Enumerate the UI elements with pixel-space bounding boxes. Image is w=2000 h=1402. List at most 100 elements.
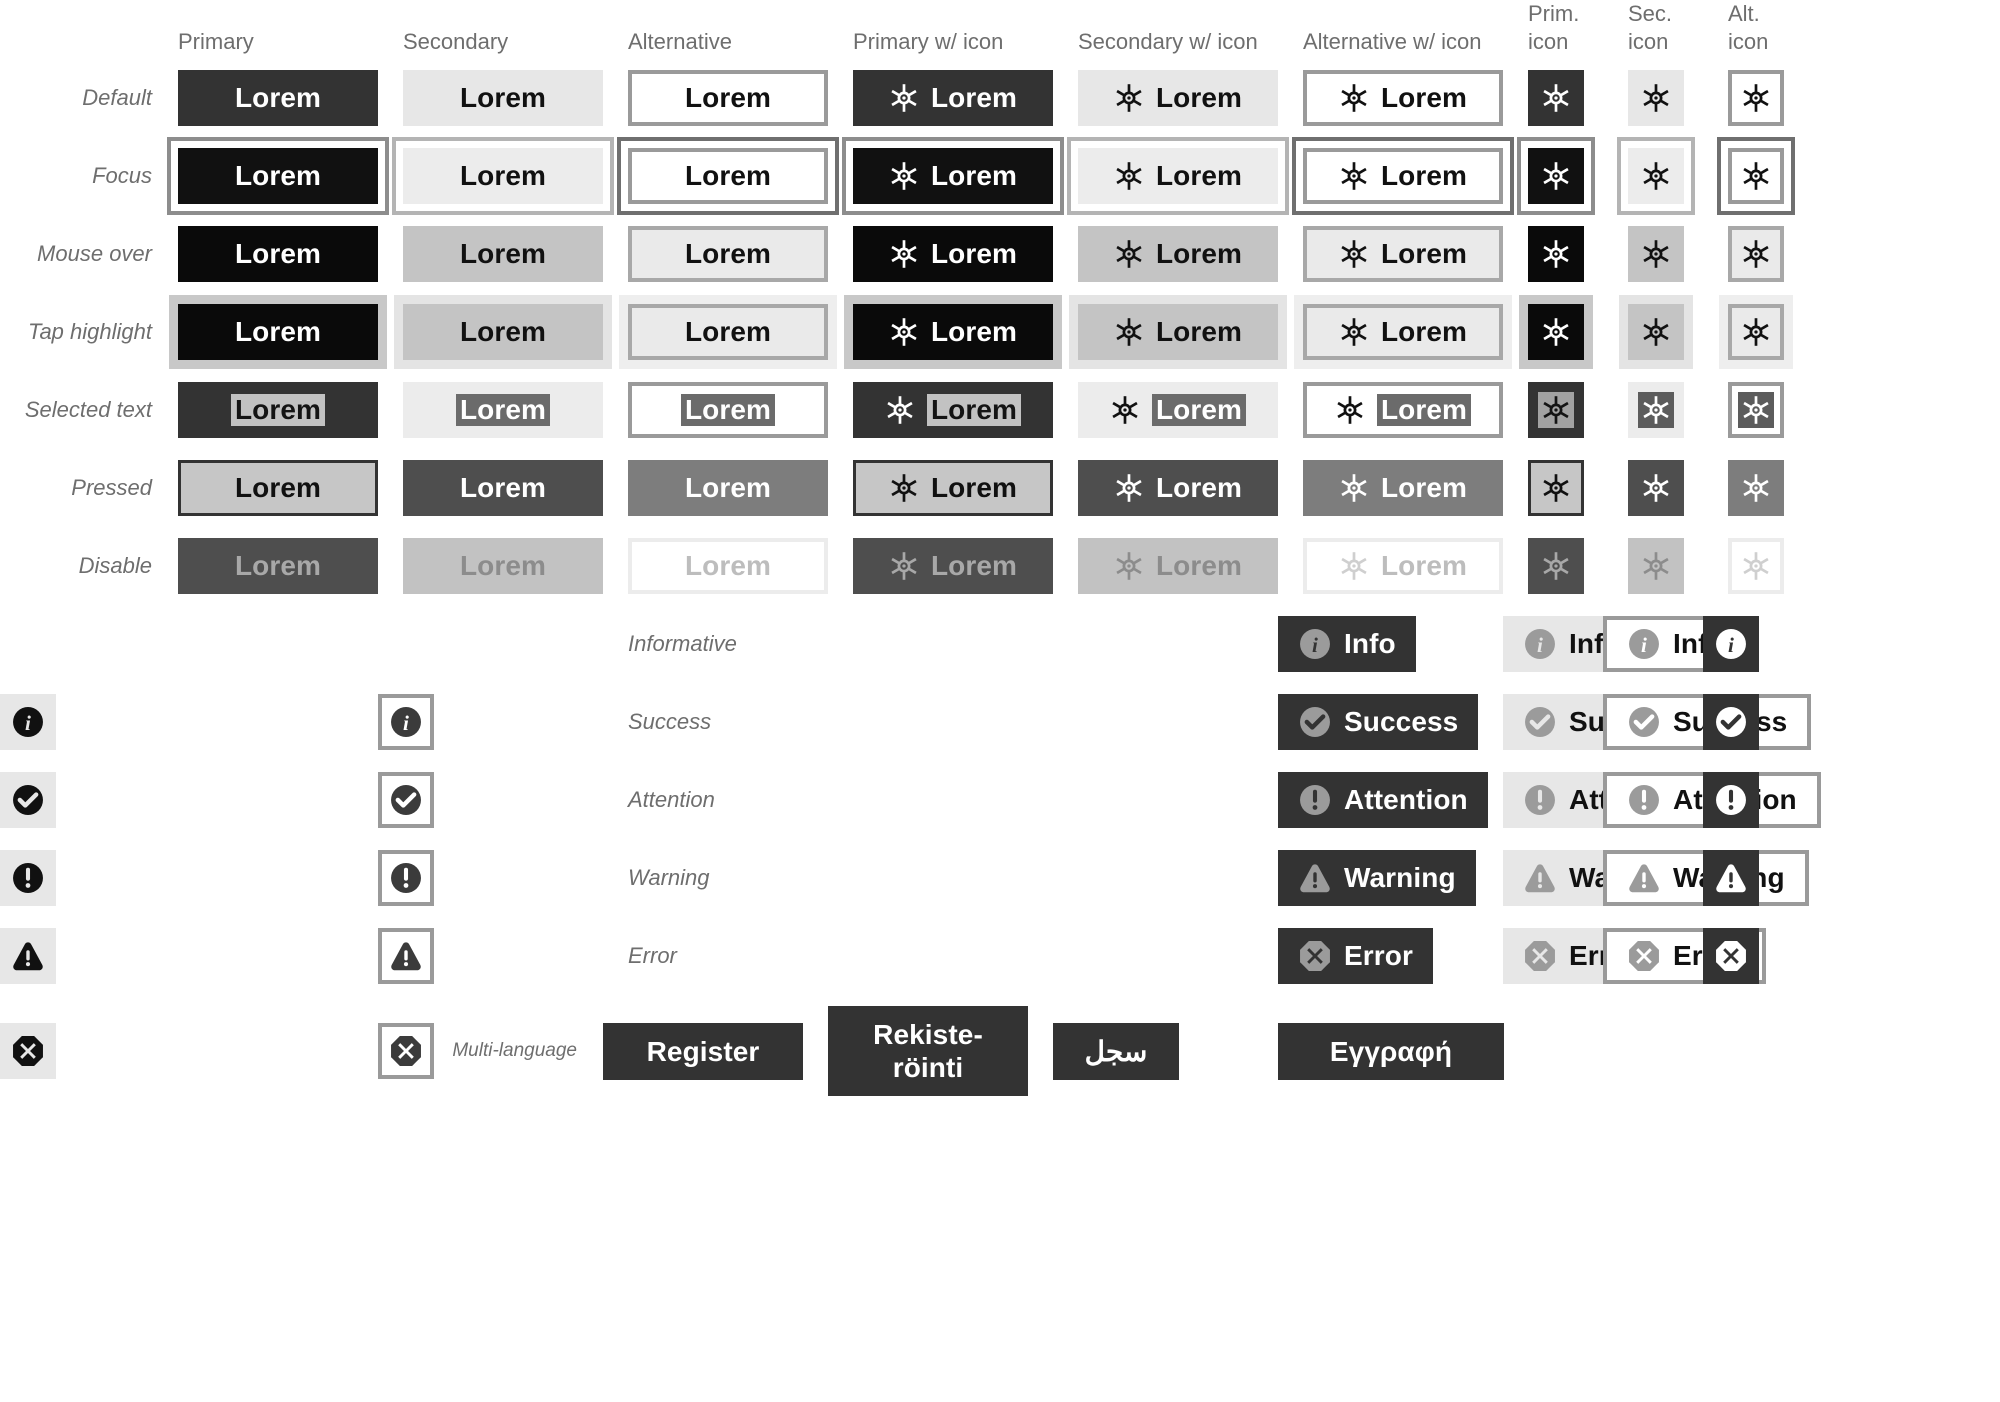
- button-alternative_icon-selected[interactable]: Lorem: [1303, 382, 1503, 438]
- status-icon-button-warning-1[interactable]: [0, 928, 56, 984]
- cell-status-informative-alternative: i Info: [1603, 605, 1749, 683]
- button-primary_icon-default[interactable]: Lorem: [853, 70, 1053, 126]
- button-alternative-focus[interactable]: Lorem: [628, 148, 828, 204]
- button-sec_icon_only-selected[interactable]: [1628, 382, 1684, 438]
- button-prim_icon_only-selected[interactable]: [1528, 382, 1584, 438]
- button-alternative-mouseover[interactable]: Lorem: [628, 226, 828, 282]
- button-secondary_icon-mouseover[interactable]: Lorem: [1078, 226, 1278, 282]
- button-secondary_icon-tap[interactable]: Lorem: [1078, 304, 1278, 360]
- button-alternative_icon-pressed[interactable]: Lorem: [1303, 460, 1503, 516]
- status-icon-button-attention-1[interactable]: [0, 850, 56, 906]
- button-label: Lorem: [930, 472, 1018, 503]
- button-alt_icon_only-selected[interactable]: [1728, 382, 1784, 438]
- button-alternative_icon-mouseover[interactable]: Lorem: [1303, 226, 1503, 282]
- button-alternative-selected[interactable]: Lorem: [628, 382, 828, 438]
- button-alternative_icon-tap[interactable]: Lorem: [1303, 304, 1503, 360]
- status-icon-button-error-2[interactable]: [378, 1023, 434, 1080]
- button-sec_icon_only-disable[interactable]: [1628, 538, 1684, 594]
- status-button-error-primary[interactable]: Error: [1278, 928, 1433, 984]
- button-alternative-default[interactable]: Lorem: [628, 70, 828, 126]
- multilanguage-button-en[interactable]: Register: [603, 1022, 803, 1080]
- brightness-icon: [1741, 83, 1771, 113]
- button-alt_icon_only-default[interactable]: [1728, 70, 1784, 126]
- status-icon-button-warning-0[interactable]: [1703, 850, 1759, 906]
- status-icon-button-success-0[interactable]: [1703, 694, 1759, 750]
- row-label-tap: Tap highlight: [28, 319, 152, 344]
- button-secondary_icon-pressed[interactable]: Lorem: [1078, 460, 1278, 516]
- button-sec_icon_only-mouseover[interactable]: [1628, 226, 1684, 282]
- button-alt_icon_only-pressed[interactable]: [1728, 460, 1784, 516]
- button-primary_icon-focus[interactable]: Lorem: [853, 148, 1053, 204]
- status-icon-button-informative-2[interactable]: i: [378, 694, 434, 750]
- button-secondary-default[interactable]: Lorem: [403, 70, 603, 126]
- brightness-icon: [889, 83, 919, 113]
- button-sec_icon_only-pressed[interactable]: [1628, 460, 1684, 516]
- button-primary-tap[interactable]: Lorem: [178, 304, 378, 360]
- button-primary_icon-selected[interactable]: Lorem: [853, 382, 1053, 438]
- button-prim_icon_only-tap[interactable]: [1528, 304, 1584, 360]
- button-alt_icon_only-mouseover[interactable]: [1728, 226, 1784, 282]
- status-button-attention-primary[interactable]: Attention: [1278, 772, 1488, 828]
- row-label-error: Error: [628, 943, 677, 968]
- button-sec_icon_only-tap[interactable]: [1628, 304, 1684, 360]
- exclamation-circle-icon: [1627, 783, 1661, 817]
- button-label: Lorem: [1155, 82, 1243, 113]
- status-icon-button-attention-2[interactable]: [378, 850, 434, 906]
- button-alternative_icon-focus[interactable]: Lorem: [1303, 148, 1503, 204]
- brightness-icon: [1339, 239, 1369, 269]
- button-secondary-selected[interactable]: Lorem: [403, 382, 603, 438]
- button-prim_icon_only-default[interactable]: [1528, 70, 1584, 126]
- button-primary-focus[interactable]: Lorem: [178, 148, 378, 204]
- status-icon-button-informative-1[interactable]: i: [0, 694, 56, 750]
- button-sec_icon_only-default[interactable]: [1628, 70, 1684, 126]
- status-icon-button-informative-0[interactable]: i: [1703, 616, 1759, 672]
- button-primary_icon-disable[interactable]: Lorem: [853, 538, 1053, 594]
- button-alternative_icon-disable[interactable]: Lorem: [1303, 538, 1503, 594]
- button-primary_icon-tap[interactable]: Lorem: [853, 304, 1053, 360]
- button-secondary-disable[interactable]: Lorem: [403, 538, 603, 594]
- cell-primary_icon-tap: Lorem: [844, 293, 1062, 371]
- button-alt_icon_only-focus[interactable]: [1728, 148, 1784, 204]
- button-sec_icon_only-focus[interactable]: [1628, 148, 1684, 204]
- button-prim_icon_only-pressed[interactable]: [1528, 460, 1584, 516]
- button-secondary-pressed[interactable]: Lorem: [403, 460, 603, 516]
- status-button-warning-primary[interactable]: Warning: [1278, 850, 1476, 906]
- button-alt_icon_only-tap[interactable]: [1728, 304, 1784, 360]
- exclamation-circle-icon: [389, 861, 423, 895]
- button-primary-default[interactable]: Lorem: [178, 70, 378, 126]
- button-secondary-mouseover[interactable]: Lorem: [403, 226, 603, 282]
- status-icon-button-warning-2[interactable]: [378, 928, 434, 984]
- button-secondary-tap[interactable]: Lorem: [403, 304, 603, 360]
- button-primary-selected[interactable]: Lorem: [178, 382, 378, 438]
- button-alt_icon_only-disable[interactable]: [1728, 538, 1784, 594]
- button-prim_icon_only-focus[interactable]: [1528, 148, 1584, 204]
- button-secondary_icon-default[interactable]: Lorem: [1078, 70, 1278, 126]
- column-header-sec_icon_only: Sec. icon: [1628, 1, 1673, 54]
- status-icon-button-error-0[interactable]: [1703, 928, 1759, 984]
- button-prim_icon_only-disable[interactable]: [1528, 538, 1584, 594]
- button-secondary_icon-focus[interactable]: Lorem: [1078, 148, 1278, 204]
- error-octagon-icon: [389, 1034, 423, 1068]
- button-alternative-tap[interactable]: Lorem: [628, 304, 828, 360]
- status-icon-button-attention-0[interactable]: [1703, 772, 1759, 828]
- status-icon-button-success-1[interactable]: [0, 772, 56, 828]
- status-button-success-primary[interactable]: Success: [1278, 694, 1479, 750]
- button-primary-mouseover[interactable]: Lorem: [178, 226, 378, 282]
- button-alternative-pressed[interactable]: Lorem: [628, 460, 828, 516]
- button-secondary_icon-disable[interactable]: Lorem: [1078, 538, 1278, 594]
- button-primary-pressed[interactable]: Lorem: [178, 460, 378, 516]
- button-primary_icon-mouseover[interactable]: Lorem: [853, 226, 1053, 282]
- button-prim_icon_only-mouseover[interactable]: [1528, 226, 1584, 282]
- multilanguage-button-ar[interactable]: سجل: [1053, 1022, 1179, 1080]
- button-primary_icon-pressed[interactable]: Lorem: [853, 460, 1053, 516]
- button-alternative-disable[interactable]: Lorem: [628, 538, 828, 594]
- button-secondary_icon-selected[interactable]: Lorem: [1078, 382, 1278, 438]
- multilanguage-button-el[interactable]: Εγγραφή: [1278, 1022, 1504, 1080]
- status-icon-button-error-1[interactable]: [0, 1023, 56, 1080]
- status-icon-button-success-2[interactable]: [378, 772, 434, 828]
- multilanguage-button-fi[interactable]: Rekiste- röinti: [828, 1006, 1028, 1097]
- status-button-informative-primary[interactable]: i Info: [1278, 616, 1416, 672]
- button-secondary-focus[interactable]: Lorem: [403, 148, 603, 204]
- button-alternative_icon-default[interactable]: Lorem: [1303, 70, 1503, 126]
- button-primary-disable[interactable]: Lorem: [178, 538, 378, 594]
